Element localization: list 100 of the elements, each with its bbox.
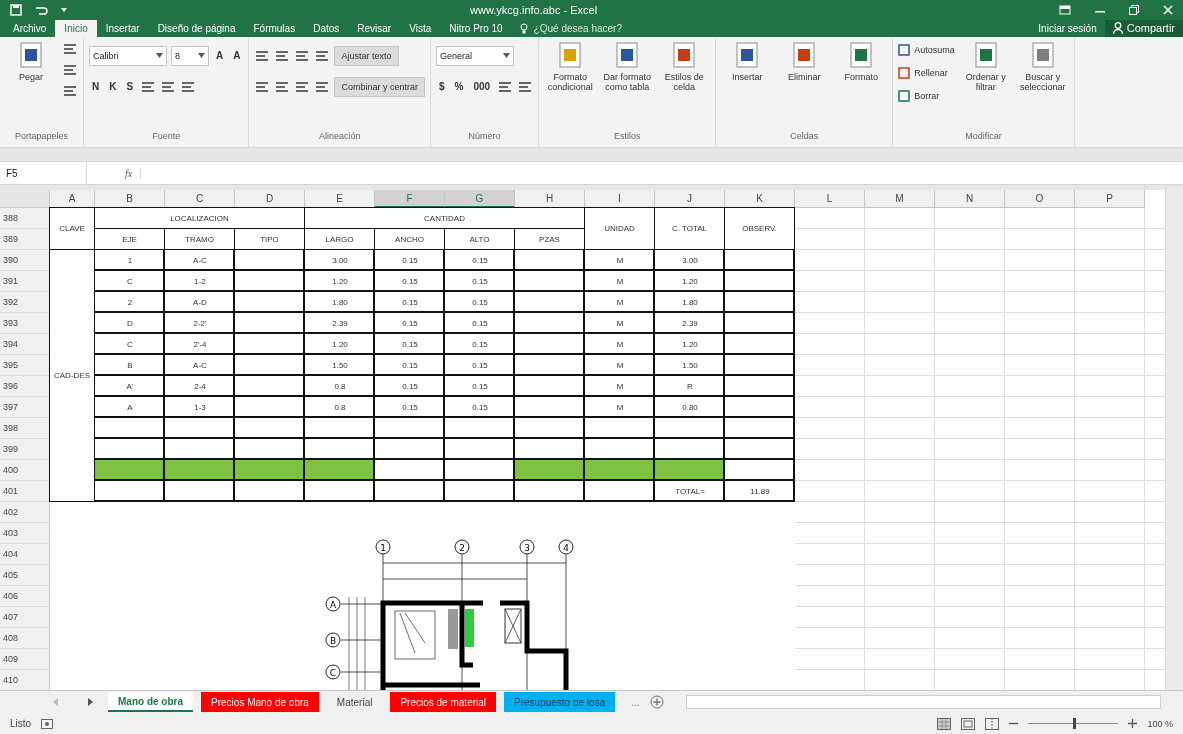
column-header[interactable]: M <box>865 190 935 209</box>
format-button[interactable]: N <box>89 81 103 93</box>
ribbon-tab[interactable]: Revisar <box>348 19 401 37</box>
ribbon-button[interactable]: Combinar y centrar <box>334 76 425 97</box>
row-header[interactable]: 406 <box>0 586 50 608</box>
format-button[interactable]: K <box>106 81 120 93</box>
dropdown-field[interactable]: 8 <box>171 45 209 66</box>
format-button[interactable]: $ <box>436 81 448 93</box>
format-button[interactable]: A <box>230 50 244 62</box>
row-header[interactable]: 410 <box>0 670 50 691</box>
column-header[interactable]: H <box>515 190 585 209</box>
row-header[interactable]: 407 <box>0 607 50 629</box>
ribbon-button[interactable]: Rellenar <box>898 63 948 82</box>
ribbon-button[interactable]: Dar formato como tabla <box>601 40 654 93</box>
sheet-tab[interactable]: Precios Mano de obra <box>201 692 319 713</box>
column-header[interactable]: K <box>725 190 795 209</box>
format-button[interactable]: S <box>123 81 137 93</box>
dropdown-field[interactable]: General <box>436 45 514 66</box>
column-header[interactable]: C <box>165 190 235 209</box>
ribbon-tab[interactable]: Nitro Pro 10 <box>440 19 512 37</box>
column-header[interactable]: B <box>95 190 165 209</box>
sheet-tab[interactable]: Precios de material <box>390 692 497 713</box>
insert-function-button[interactable]: fx <box>117 167 142 179</box>
ribbon-tab[interactable]: Datos <box>304 19 349 37</box>
column-header[interactable]: N <box>935 190 1005 209</box>
ribbon-button[interactable]: Pegar <box>5 40 57 83</box>
more-sheets-button[interactable]: ... <box>623 696 648 708</box>
column-header[interactable]: J <box>655 190 725 209</box>
row-header[interactable]: 399 <box>0 439 50 461</box>
row-header[interactable]: 392 <box>0 292 50 314</box>
dropdown-field[interactable]: Calibri <box>89 45 167 66</box>
save-icon[interactable] <box>10 3 22 16</box>
ribbon-button[interactable]: Formato <box>835 40 888 83</box>
column-header[interactable]: L <box>795 190 865 209</box>
row-header[interactable]: 388 <box>0 208 50 230</box>
ribbon-tab[interactable]: Insertar <box>96 19 149 37</box>
ribbon-tab[interactable]: Fórmulas <box>244 19 305 37</box>
ribbon-button[interactable]: Eliminar <box>778 40 831 83</box>
ribbon-tab[interactable]: Archivo <box>4 19 56 37</box>
normal-view-icon[interactable] <box>937 717 952 730</box>
horizontal-scrollbar[interactable] <box>685 695 1161 710</box>
dropdown-icon[interactable] <box>60 5 68 14</box>
ribbon-tab[interactable]: Diseño de página <box>148 19 245 37</box>
page-layout-icon[interactable] <box>961 717 976 730</box>
row-header[interactable]: 395 <box>0 355 50 377</box>
row-header[interactable]: 401 <box>0 481 50 503</box>
add-sheet-icon[interactable] <box>649 695 664 710</box>
row-header[interactable]: 400 <box>0 460 50 482</box>
ribbon-button[interactable]: Estilos de celda <box>658 40 711 93</box>
column-header[interactable]: A <box>50 190 95 209</box>
row-header[interactable]: 403 <box>0 523 50 545</box>
vertical-scrollbar[interactable] <box>1165 190 1183 691</box>
format-button[interactable]: % <box>451 81 467 93</box>
column-header[interactable]: F <box>375 190 445 209</box>
sheet-tab[interactable]: Mano de obra <box>108 692 193 713</box>
row-header[interactable]: 393 <box>0 313 50 335</box>
row-header[interactable]: 397 <box>0 397 50 419</box>
table-cell-text: 11.89 <box>749 486 771 499</box>
row-header[interactable]: 391 <box>0 271 50 293</box>
row-header[interactable]: 409 <box>0 649 50 671</box>
column-header[interactable]: D <box>235 190 305 209</box>
row-header[interactable]: 398 <box>0 418 50 440</box>
column-header[interactable]: O <box>1005 190 1075 209</box>
page-break-icon[interactable] <box>985 717 1000 730</box>
row-header[interactable]: 390 <box>0 250 50 272</box>
row-header[interactable]: 408 <box>0 628 50 650</box>
ribbon-button[interactable]: Insertar <box>721 40 774 83</box>
column-header[interactable]: G <box>445 190 515 209</box>
row-header[interactable]: 389 <box>0 229 50 251</box>
row-header[interactable]: 394 <box>0 334 50 356</box>
format-button[interactable]: A <box>213 50 227 62</box>
row-header[interactable]: 404 <box>0 544 50 566</box>
ribbon-button[interactable]: Buscar y seleccionar <box>1016 40 1069 93</box>
sheet-tab[interactable]: Presupuesto de losa <box>504 692 616 713</box>
worksheet-grid[interactable] <box>0 190 1165 691</box>
undo-icon[interactable] <box>34 4 48 15</box>
name-box[interactable]: F5 <box>0 162 87 185</box>
document-icon <box>791 40 818 69</box>
zoom-level[interactable]: 100 % <box>1147 718 1173 729</box>
ribbon-button[interactable]: Autosuma <box>898 40 955 59</box>
restore-icon[interactable] <box>1129 4 1139 15</box>
ribbon-button[interactable]: Ajustar texto <box>334 45 399 66</box>
column-header[interactable]: P <box>1075 190 1145 209</box>
format-button[interactable]: 000 <box>470 81 494 93</box>
column-header[interactable]: I <box>585 190 655 209</box>
row-header[interactable]: 396 <box>0 376 50 398</box>
ribbon-button[interactable]: Formato condicional <box>544 40 597 93</box>
row-header[interactable]: 402 <box>0 502 50 524</box>
ribbon-tab[interactable]: Vista <box>400 19 441 37</box>
ribbon-button[interactable]: Borrar <box>898 86 940 105</box>
sign-in-link[interactable]: Iniciar sesión <box>1030 19 1105 37</box>
ribbon-button[interactable]: Ordenar y filtrar <box>959 40 1012 93</box>
tell-me-field[interactable]: ¿Qué desea hacer? <box>511 19 646 37</box>
next-sheet-icon[interactable] <box>86 698 94 707</box>
row-header[interactable]: 405 <box>0 565 50 587</box>
close-icon[interactable] <box>1163 4 1173 15</box>
zoom-in-icon[interactable] <box>1128 719 1138 729</box>
column-header[interactable]: E <box>305 190 375 209</box>
ribbon-options-icon[interactable] <box>1059 4 1071 15</box>
macro-record-icon[interactable] <box>41 718 54 729</box>
